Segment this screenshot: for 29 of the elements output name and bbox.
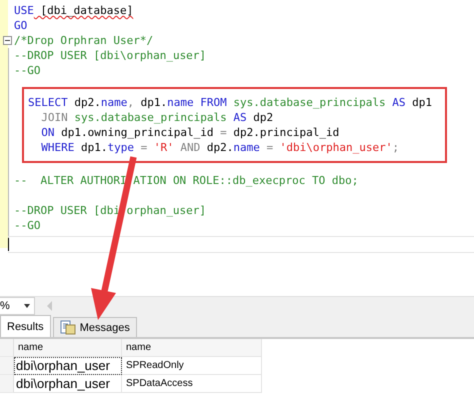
- code-line: --DROP USER [dbi orphan_user]: [14, 203, 206, 218]
- results-pane-tab[interactable]: Results: [0, 315, 51, 337]
- column-header[interactable]: name: [14, 339, 122, 357]
- code-line: WHERE dp1.type = 'R' AND dp2.name = 'dbi\orphan_user';: [40, 140, 399, 155]
- zoom-dropdown[interactable]: %: [0, 297, 35, 315]
- code-line: USE [dbi_database]: [14, 3, 134, 18]
- results-pane-tab[interactable]: Messages: [52, 317, 137, 337]
- code-line: --GO: [14, 63, 40, 78]
- code-line: /*Drop Orphran User*/: [14, 33, 154, 48]
- table-cell: dbi\orphan_user: [14, 357, 122, 375]
- code-line: GO: [14, 18, 28, 33]
- table-cell: SPReadOnly: [122, 357, 262, 375]
- document-icon: [60, 320, 76, 335]
- text-cursor: [8, 238, 9, 251]
- code-line: SELECT dp2.name, dp1.name FROM sys.database_principals AS dp1: [28, 95, 432, 110]
- code-line: ON dp1.owning_principal_id = dp2.principal_id: [40, 125, 340, 140]
- code-line: --DROP USER [dbi\orphan_user]: [14, 48, 206, 63]
- row-header[interactable]: [0, 357, 14, 375]
- corner-header[interactable]: [0, 339, 14, 357]
- scroll-left-icon[interactable]: [47, 301, 53, 311]
- dropdown-caret-icon: [24, 304, 30, 308]
- code-line: -- ALTER AUTHORI ATION ON ROLE::db_execproc TO dbo;: [14, 173, 358, 188]
- code-line: JOIN sys.database_principals AS dp2: [40, 110, 274, 125]
- table-cell: SPDataAccess: [122, 375, 262, 393]
- collapse-icon[interactable]: [3, 36, 12, 45]
- code-line: --GO: [14, 218, 40, 233]
- table-cell: dbi\orphan_user: [14, 375, 122, 393]
- column-header[interactable]: name: [122, 339, 262, 357]
- row-header[interactable]: [0, 375, 14, 393]
